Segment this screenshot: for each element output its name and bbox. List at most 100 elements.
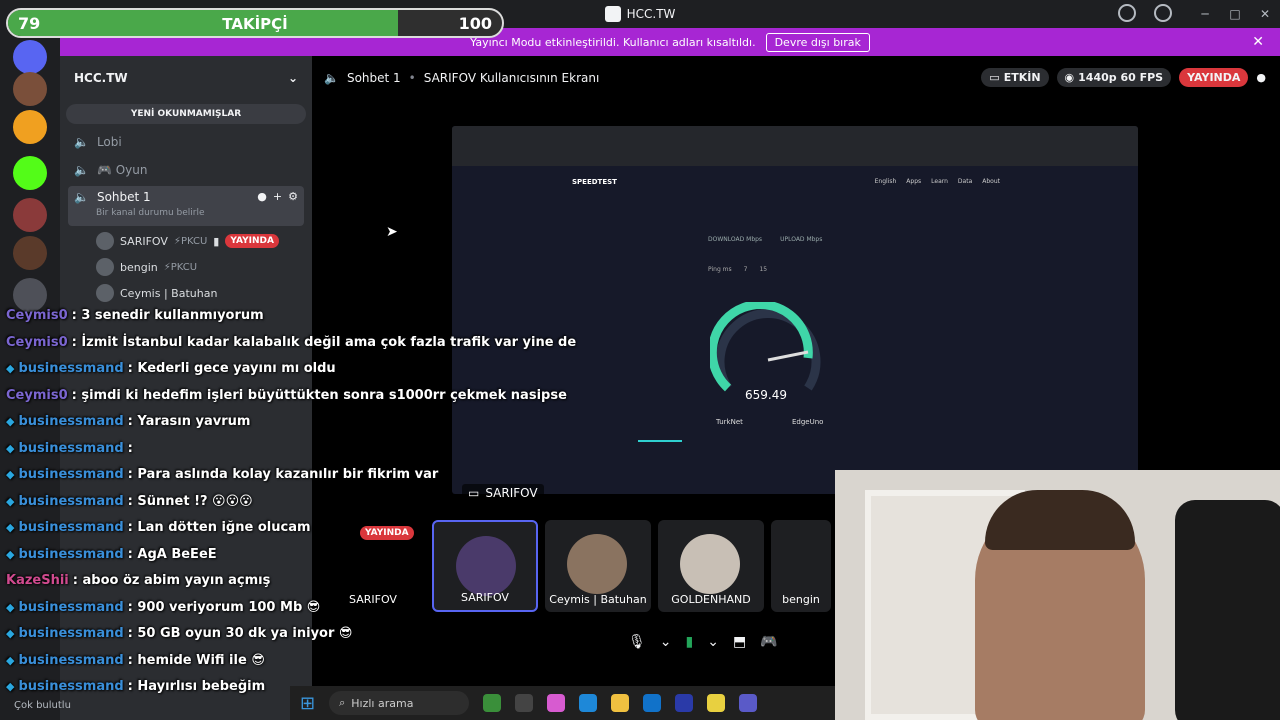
folder-icon[interactable] — [611, 694, 630, 712]
screen-share-stream[interactable]: SPEEDTEST English Apps Learn Data About … — [452, 126, 1138, 494]
chrome-icon[interactable] — [707, 694, 726, 712]
progress-bar — [638, 440, 682, 442]
teams-icon[interactable] — [739, 694, 758, 712]
chat-message: ◆ businessmand: Para aslında kolay kazanı… — [6, 467, 438, 482]
chat-message: ◆ businessmand: Sünnet !? 😮😮😮 — [6, 494, 253, 509]
microphone-icon[interactable]: 🎙 — [628, 634, 646, 650]
maximize-button[interactable]: □ — [1220, 0, 1250, 28]
voice-member[interactable]: SARIFOV ⚡PKCU ▮ YAYINDA — [96, 230, 279, 252]
chat-text: : Lan dötten iğne olucam — [127, 520, 311, 535]
guild-header[interactable]: HCC.TW ⌄ — [60, 56, 312, 100]
voice-member[interactable]: bengin ⚡PKCU — [96, 256, 197, 278]
server-icon[interactable] — [13, 198, 47, 232]
speaker-icon: 🔈 — [74, 163, 89, 177]
chat-message: ◆ businessmand: 50 GB oyun 30 dk ya iniyo… — [6, 626, 352, 641]
chat-username: businessmand — [18, 626, 124, 641]
chat-icon[interactable]: ● — [257, 190, 267, 203]
guild-name: HCC.TW — [74, 71, 128, 85]
edge-icon[interactable] — [579, 694, 598, 712]
participant-tile[interactable]: GOLDENHAND — [658, 520, 764, 612]
server-icon[interactable] — [13, 110, 47, 144]
server-icon[interactable] — [13, 236, 47, 270]
participant-tile[interactable]: SARIFOV — [432, 520, 538, 612]
gear-icon[interactable]: ⚙ — [288, 190, 298, 203]
chat-text: : Para aslında kolay kazanılır bir fikri… — [127, 467, 439, 482]
chevron-down-icon[interactable]: ⌄ — [660, 634, 672, 650]
activity-icon[interactable]: 🎮 — [760, 634, 777, 650]
badge-icon: ◆ — [6, 680, 15, 693]
chat-icon[interactable]: ● — [1256, 71, 1266, 84]
follower-goal-bar: 79 TAKİPÇİ 100 — [6, 8, 504, 38]
avatar — [567, 534, 627, 594]
chat-username: businessmand — [18, 520, 124, 535]
banner-close-icon[interactable]: ✕ — [1252, 34, 1264, 50]
chat-username: businessmand — [18, 361, 124, 376]
server-icon[interactable] — [13, 72, 47, 106]
call-controls: 🎙 ⌄ ▮ ⌄ ⬒ 🎮 — [628, 634, 778, 650]
chat-username: businessmand — [18, 546, 124, 562]
channel-status[interactable]: Bir kanal durumu belirle — [96, 208, 205, 218]
tile-name: SARIFOV — [349, 593, 397, 606]
chat-text: : Hayırlısı bebeğim — [127, 679, 266, 694]
chat-message: ◆ businessmand: hemide Wifi ile 😎 — [6, 653, 265, 668]
chat-message: ◆ businessmand: Kederli gece yayını mı ol… — [6, 361, 336, 376]
outlook-icon[interactable] — [643, 694, 662, 712]
badge-icon: ◆ — [6, 494, 15, 508]
avatar — [96, 258, 114, 276]
chat-username: businessmand — [18, 679, 124, 694]
participant-tile[interactable]: Ceymis | Batuhan — [545, 520, 651, 612]
header-screen-title: SARIFOV Kullanıcısının Ekranı — [423, 71, 600, 85]
chevron-down-icon[interactable]: ⌄ — [707, 634, 719, 650]
speedtest-pings: Ping ms 7 15 — [708, 266, 768, 273]
disable-streamer-mode-button[interactable]: Devre dışı bırak — [765, 32, 870, 52]
chat-message: ◆ businessmand: Hayırlısı bebeğim — [6, 679, 265, 694]
minimize-button[interactable]: ─ — [1190, 0, 1220, 28]
app-icon[interactable] — [483, 694, 502, 712]
participant-tile[interactable]: bengin — [771, 520, 831, 612]
tile-name: Ceymis | Batuhan — [549, 593, 647, 606]
avatar — [96, 232, 114, 250]
streamer-hair — [985, 490, 1135, 550]
invite-icon[interactable]: + — [273, 190, 282, 203]
participant-tile[interactable]: YAYINDA SARIFOV — [320, 520, 426, 612]
server-icon[interactable] — [13, 40, 47, 74]
chat-message: Ceymis0: şimdi ki hedefim işleri büyüttü… — [6, 388, 567, 403]
browser-chrome — [452, 126, 1138, 166]
badge-icon: ◆ — [6, 362, 15, 375]
kick-server-icon[interactable] — [13, 156, 47, 190]
taskbar-search[interactable]: ⌕ Hızlı arama — [329, 691, 470, 715]
help-icon[interactable] — [1154, 4, 1172, 22]
chat-text: : Kederli gece yayını mı oldu — [127, 361, 336, 376]
server-name: EdgeUno — [792, 418, 824, 426]
chat-message: ◆ businessmand: 900 veriyorum 100 Mb 😎 — [6, 600, 320, 615]
stage-header: 🔈 Sohbet 1 • SARIFOV Kullanıcısının Ekra… — [312, 56, 1280, 100]
inbox-icon[interactable] — [1118, 4, 1136, 22]
voice-channel-sohbet-1[interactable]: 🔈 Sohbet 1 ● + ⚙ Bir kanal durumu belirl… — [68, 186, 304, 226]
chevron-down-icon: ⌄ — [287, 71, 298, 85]
app-title: HCC.TW — [604, 6, 675, 22]
webcam-overlay — [835, 470, 1280, 720]
chat-message: ◆ businessmand: Lan dötten iğne olucam — [6, 520, 311, 535]
app-icon[interactable] — [515, 694, 534, 712]
new-unreads-pill[interactable]: YENİ OKUNMAMIŞLAR — [66, 104, 306, 124]
chat-username: businessmand — [18, 440, 124, 456]
isp-name: TurkNet — [716, 418, 743, 426]
chat-text: : Sünnet !? 😮😮😮 — [127, 493, 253, 509]
camera-icon[interactable]: ▮ — [686, 634, 694, 650]
voice-channel-lobi[interactable]: 🔈 Lobi — [68, 130, 304, 154]
server-icon[interactable] — [13, 278, 47, 312]
voice-member[interactable]: Ceymis | Batuhan — [96, 282, 217, 304]
app-icon[interactable] — [675, 694, 694, 712]
chat-text: : 900 veriyorum 100 Mb 😎 — [127, 599, 321, 615]
screen-share-icon[interactable]: ⬒ — [733, 634, 746, 650]
chat-username: businessmand — [18, 652, 124, 668]
signal-icon: ◉ — [1064, 71, 1075, 84]
chat-username: Ceymis0 — [6, 308, 68, 323]
voice-channel-oyun[interactable]: 🔈 🎮 Oyun — [68, 158, 304, 182]
speedtest-nav: English Apps Learn Data About — [874, 178, 1000, 185]
chat-username: businessmand — [18, 467, 124, 482]
member-name: Ceymis | Batuhan — [120, 286, 218, 300]
copilot-icon[interactable] — [547, 694, 566, 712]
close-window-button[interactable]: ✕ — [1250, 0, 1280, 28]
windows-start-icon[interactable]: ⊞ — [300, 693, 315, 714]
